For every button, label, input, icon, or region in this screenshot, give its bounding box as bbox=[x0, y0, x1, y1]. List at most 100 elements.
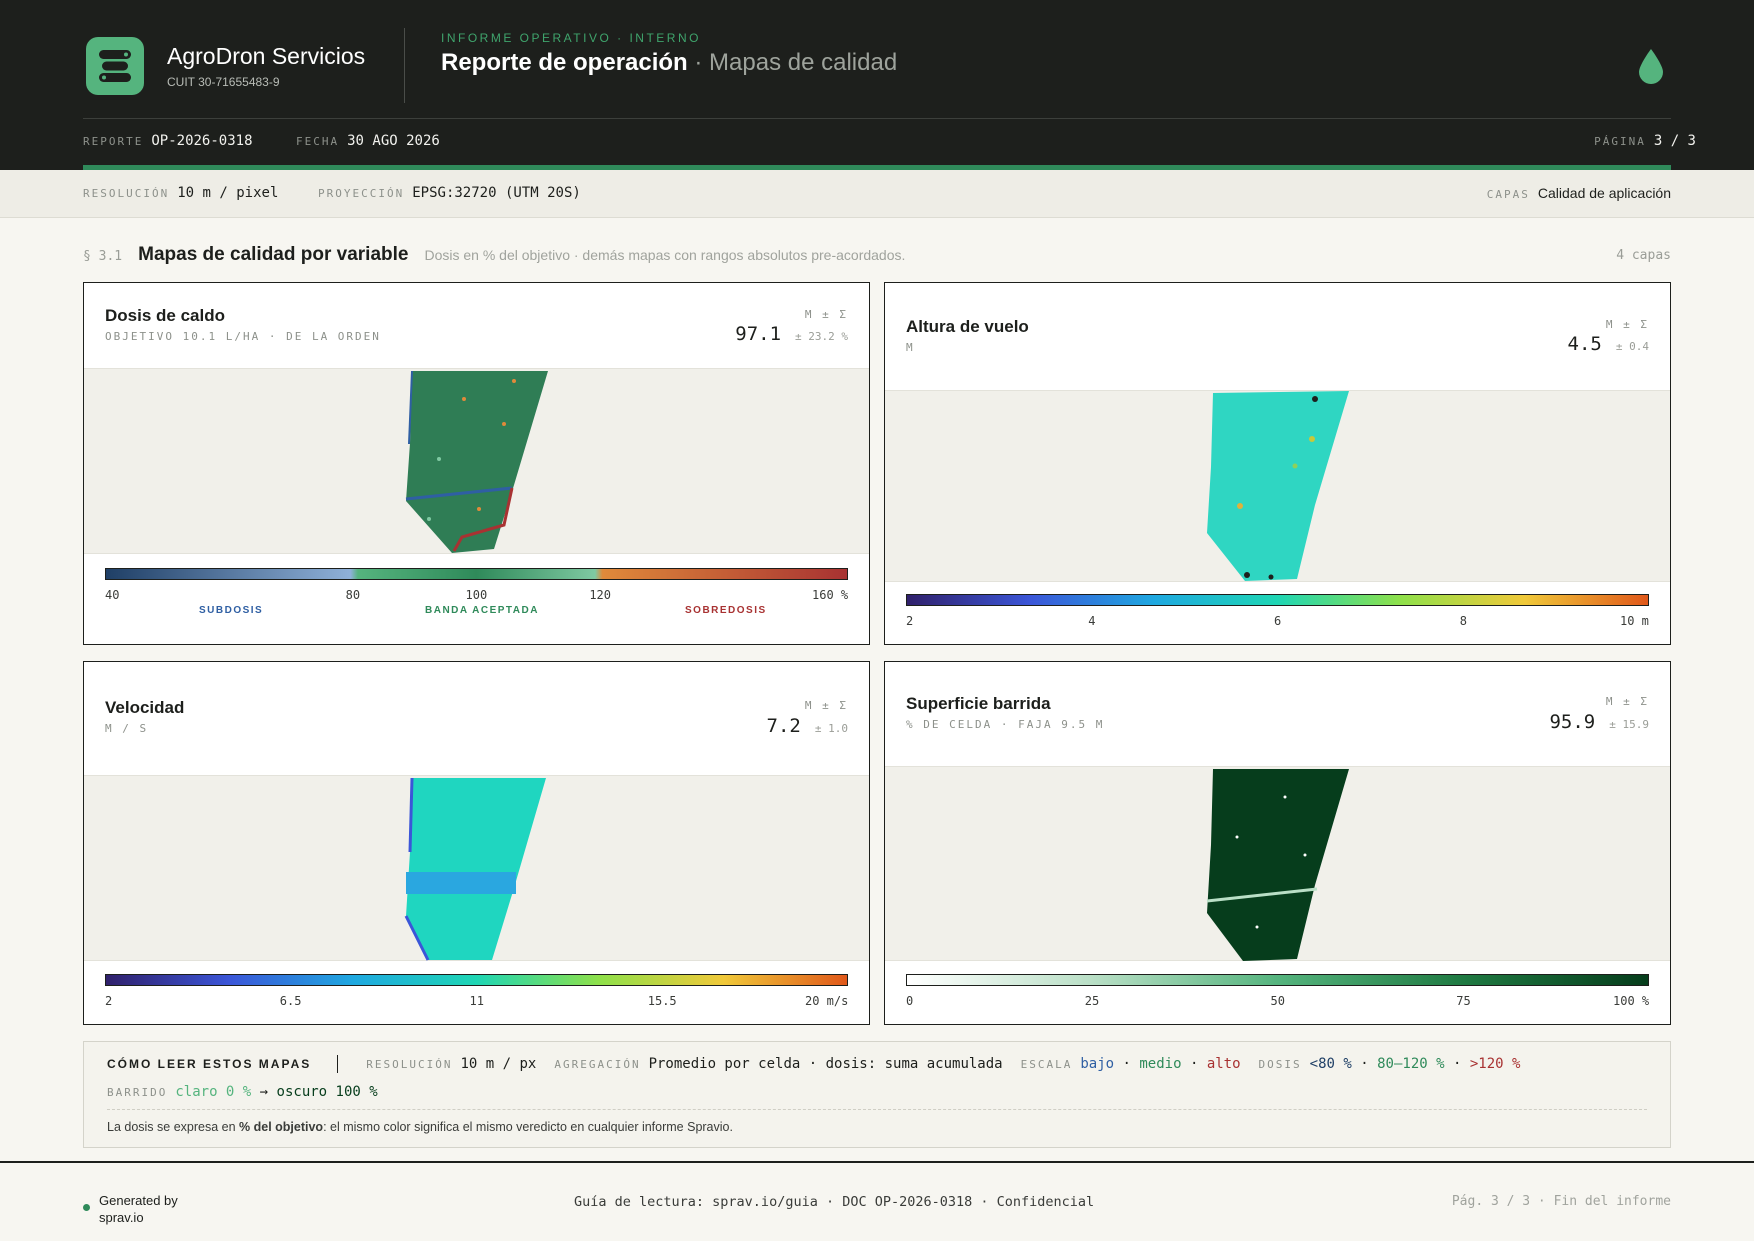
sd-value: ± 0.4 bbox=[1615, 340, 1649, 353]
colorbar-tick-label: 50 bbox=[1270, 994, 1285, 1008]
page-number-label: PÁGINA bbox=[1594, 135, 1646, 148]
scale-high: alto bbox=[1206, 1056, 1241, 1072]
colorbar-tick-label: 20 m/s bbox=[805, 994, 849, 1008]
projection-label: PROYECCIÓN bbox=[318, 187, 405, 200]
layers-value: Calidad de aplicación bbox=[1537, 185, 1671, 201]
section-number: § 3.1 bbox=[83, 249, 123, 264]
guide-scale-label: ESCALA bbox=[1020, 1058, 1073, 1071]
section-title: Mapas de calidad por variable bbox=[138, 244, 409, 265]
zone-subdosis: SUBDOSIS bbox=[199, 605, 264, 616]
projection-value: EPSG:32720 (UTM 20S) bbox=[412, 185, 581, 201]
page-number: PÁGINA 3 / 3 bbox=[1594, 133, 1696, 149]
layers: CAPAS Calidad de aplicación bbox=[1487, 185, 1671, 201]
mean-sd-value: 97.1 ± 23.2 % bbox=[735, 323, 848, 345]
sd-value: ± 1.0 bbox=[814, 722, 848, 735]
guide-aggregation-label: AGREGACIÓN bbox=[554, 1058, 641, 1071]
app-logo-icon bbox=[86, 37, 144, 95]
colorbar-tick-label: 120 bbox=[589, 588, 612, 602]
sweep-arrow: → bbox=[259, 1084, 269, 1100]
colorbar-tick-label: 6.5 bbox=[279, 994, 302, 1008]
mean-value: 95.9 bbox=[1549, 711, 1596, 733]
dose-high: >120 % bbox=[1469, 1056, 1521, 1072]
report-id: REPORTE OP-2026-0318 bbox=[83, 133, 253, 149]
mean-sd-label: M ± Σ bbox=[1605, 695, 1649, 708]
colorbar-ticks: 2 4 6 8 10 m bbox=[906, 614, 1649, 630]
zone-banda-aceptada: BANDA ACEPTADA bbox=[425, 605, 539, 616]
colorbar-tick-label: 100 % bbox=[1613, 994, 1650, 1008]
header-divider bbox=[404, 28, 405, 103]
mean-sd-value: 7.2 ± 1.0 bbox=[767, 715, 848, 737]
status-dot-icon bbox=[83, 1204, 90, 1211]
dose-mid: 80–120 % bbox=[1377, 1056, 1445, 1072]
map-card-dosis: Dosis de caldo OBJETIVO 10.1 L/HA · DE L… bbox=[83, 282, 870, 645]
page-title: Reporte de operación · Mapas de calidad bbox=[441, 49, 897, 77]
map-card-velocidad: Velocidad M / S M ± Σ 7.2 ± 1.0 2 6.5 11 15.… bbox=[83, 661, 870, 1025]
mean-value: 97.1 bbox=[735, 323, 782, 345]
card-title: Velocidad bbox=[105, 698, 185, 717]
map-image bbox=[885, 390, 1670, 582]
report-id-label: REPORTE bbox=[83, 135, 144, 148]
colorbar-tick-label: 2 bbox=[906, 614, 914, 628]
map-image bbox=[84, 775, 869, 961]
sweep-light: claro 0 % bbox=[175, 1084, 252, 1100]
card-title: Altura de vuelo bbox=[906, 317, 1029, 336]
guide-resolution-label: RESOLUCIÓN bbox=[366, 1058, 453, 1071]
colorbar-tick-label: 8 bbox=[1459, 614, 1467, 628]
brand-cuit: CUIT 30-71655483-9 bbox=[167, 75, 280, 89]
guide-row-2: BARRIDO claro 0 % → oscuro 100 % bbox=[107, 1083, 378, 1100]
guide-resolution-value: 10 m / px bbox=[460, 1056, 537, 1072]
guide-divider bbox=[107, 1109, 1647, 1110]
colorbar-ticks: 2 6.5 11 15.5 20 m/s bbox=[105, 994, 848, 1010]
guide-dose-label: DOSIS bbox=[1258, 1058, 1302, 1071]
footer-center-text: Guía de lectura: sprav.io/guia · DOC OP-… bbox=[574, 1194, 1095, 1210]
colorbar-tick-label: 100 bbox=[465, 588, 488, 602]
map-settings-bar: RESOLUCIÓN 10 m / pixel PROYECCIÓN EPSG:32… bbox=[0, 170, 1754, 218]
guide-separator bbox=[337, 1055, 339, 1074]
mean-sd-value: 4.5 ± 0.4 bbox=[1568, 333, 1649, 355]
report-eyebrow: INFORME OPERATIVO · INTERNO bbox=[441, 31, 701, 45]
colorbar-tick-label: 80 bbox=[345, 588, 361, 602]
sd-value: ± 23.2 % bbox=[795, 330, 848, 343]
colorbar-tick-label: 2 bbox=[105, 994, 113, 1008]
footer-rule bbox=[0, 1161, 1754, 1163]
map-card-superficie: Superficie barrida % DE CELDA · FAJA 9.5… bbox=[884, 661, 1671, 1025]
colorbar-dosis bbox=[105, 568, 848, 580]
card-title: Superficie barrida bbox=[906, 694, 1051, 713]
colorbar-tick-label: 0 bbox=[906, 994, 914, 1008]
layer-count: 4 capas bbox=[1616, 248, 1671, 263]
mean-sd-value: 95.9 ± 15.9 bbox=[1549, 711, 1649, 733]
card-subtitle: OBJETIVO 10.1 L/HA · DE LA ORDEN bbox=[105, 330, 381, 343]
guide-note-bold: % del objetivo bbox=[239, 1120, 324, 1134]
colorbar-ticks: 0 25 50 75 100 % bbox=[906, 994, 1649, 1010]
page-number-value: 3 / 3 bbox=[1653, 133, 1696, 149]
header-rule bbox=[83, 118, 1671, 119]
colorbar-tick-label: 40 bbox=[105, 588, 120, 602]
sweep-dark: oscuro 100 % bbox=[276, 1084, 378, 1100]
guide-aggregation-value: Promedio por celda · dosis: suma acumula… bbox=[648, 1056, 1003, 1072]
resolution: RESOLUCIÓN 10 m / pixel bbox=[83, 185, 278, 201]
water-drop-icon bbox=[1638, 48, 1664, 84]
generated-by: Generated by sprav.io bbox=[99, 1193, 178, 1225]
colorbar-tick-label: 4 bbox=[1088, 614, 1096, 628]
colorbar-superficie bbox=[906, 974, 1649, 986]
page-title-main: Reporte de operación bbox=[441, 49, 688, 76]
field-map-superficie bbox=[1206, 769, 1349, 961]
mean-sd-label: M ± Σ bbox=[1605, 318, 1649, 331]
footer-page-end: Pág. 3 / 3 · Fin del informe bbox=[1451, 1194, 1671, 1209]
guide-note: La dosis se expresa en % del objetivo: e… bbox=[107, 1120, 733, 1134]
projection: PROYECCIÓN EPSG:32720 (UTM 20S) bbox=[318, 185, 581, 201]
colorbar-tick-label: 75 bbox=[1456, 994, 1471, 1008]
field-map-dosis bbox=[405, 370, 548, 553]
guide-note-post: : el mismo color significa el mismo vere… bbox=[323, 1120, 733, 1134]
field-map-velocidad bbox=[404, 777, 546, 961]
card-subtitle: M bbox=[906, 341, 915, 354]
zone-sobredosis: SOBREDOSIS bbox=[685, 605, 767, 616]
report-date-value: 30 AGO 2026 bbox=[347, 133, 440, 149]
sd-value: ± 15.9 bbox=[1609, 718, 1649, 731]
layers-label: CAPAS bbox=[1486, 188, 1530, 201]
mean-value: 4.5 bbox=[1567, 333, 1602, 355]
resolution-value: 10 m / pixel bbox=[177, 185, 279, 201]
report-date-label: FECHA bbox=[296, 135, 340, 148]
mean-sd-label: M ± Σ bbox=[804, 699, 848, 712]
guide-sweep-label: BARRIDO bbox=[107, 1086, 168, 1099]
